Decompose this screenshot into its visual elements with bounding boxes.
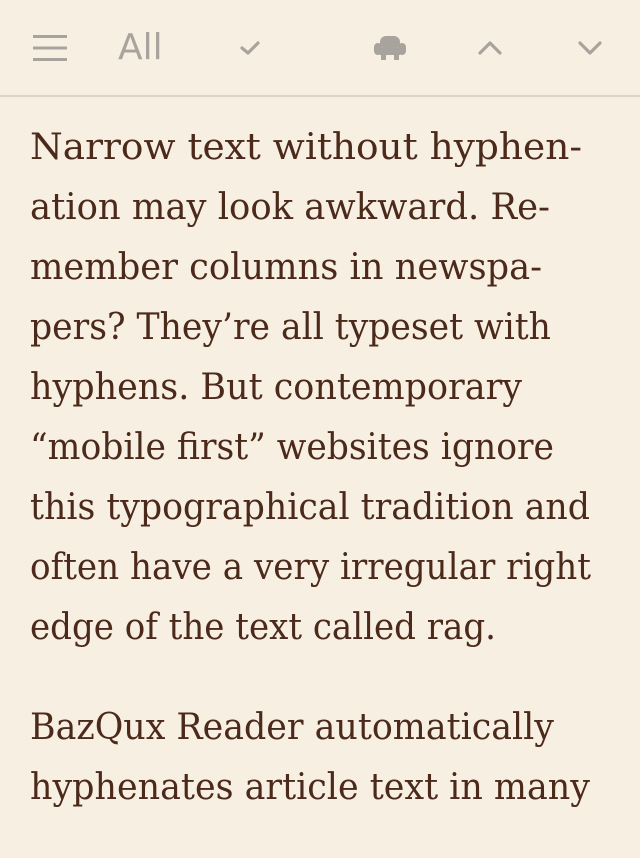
top-toolbar: All	[0, 0, 640, 97]
chevron-up-icon	[478, 40, 502, 55]
reading-mode-button[interactable]	[366, 0, 414, 95]
chevron-down-icon	[578, 40, 602, 55]
filter-label: All	[118, 27, 163, 68]
menu-button[interactable]	[22, 0, 78, 95]
text-line: ation may look awkward. Re-	[30, 187, 550, 228]
check-icon	[240, 40, 260, 55]
mark-read-button[interactable]	[230, 0, 270, 95]
text-line: Narrow text without hyphen-	[30, 127, 583, 168]
menu-icon	[33, 34, 67, 61]
next-item-button[interactable]	[566, 0, 614, 95]
text-line: often have a very irregular right	[30, 547, 591, 588]
text-line: member columns in newspa-	[30, 247, 543, 288]
previous-item-button[interactable]	[466, 0, 514, 95]
text-line: “mobile first” websites ignore	[30, 427, 554, 468]
article-paragraph: Narrow text without hyphen- ation may lo…	[30, 118, 610, 658]
filter-selector[interactable]: All	[118, 0, 188, 95]
text-line: edge of the text called rag.	[30, 607, 496, 648]
article-paragraph: BazQux Reader automatically hyphenates a…	[30, 698, 610, 818]
armchair-icon	[374, 35, 406, 60]
text-line: this typographical tradition and	[30, 487, 591, 528]
article-body: Narrow text without hyphen- ation may lo…	[30, 118, 610, 858]
text-line: BazQux Reader automatically	[30, 707, 554, 748]
text-line: hyphenates article text in many	[30, 767, 590, 808]
text-line: hyphens. But contemporary	[30, 367, 523, 408]
text-line: pers? They’re all typeset with	[30, 307, 551, 348]
